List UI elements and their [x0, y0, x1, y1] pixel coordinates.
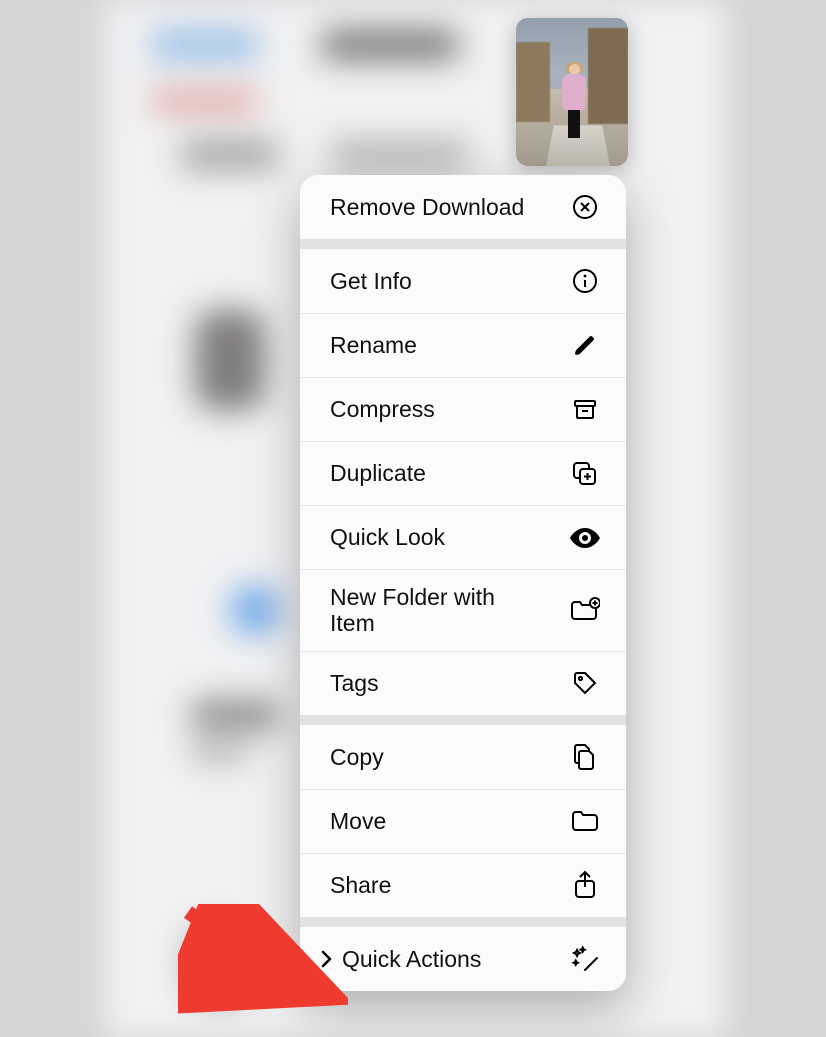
eye-icon	[570, 528, 600, 548]
menu-item-label: Tags	[330, 670, 379, 696]
remove-download-menu-item[interactable]: Remove Download	[300, 175, 626, 239]
tag-icon	[570, 670, 600, 696]
blur-blob	[190, 740, 250, 762]
duplicate-menu-item[interactable]: Duplicate	[300, 441, 626, 505]
pencil-icon	[570, 334, 600, 358]
blur-blob	[150, 30, 260, 60]
tags-menu-item[interactable]: Tags	[300, 651, 626, 715]
menu-group: Remove Download	[300, 175, 626, 239]
move-menu-item[interactable]: Move	[300, 789, 626, 853]
quick-look-menu-item[interactable]: Quick Look	[300, 505, 626, 569]
plus-square-on-square-icon	[570, 460, 600, 488]
menu-item-label: Duplicate	[330, 460, 426, 486]
compress-menu-item[interactable]: Compress	[300, 377, 626, 441]
menu-group: Quick Actions	[300, 927, 626, 991]
menu-item-label: Quick Look	[330, 524, 445, 550]
rename-menu-item[interactable]: Rename	[300, 313, 626, 377]
folder-icon	[570, 809, 600, 833]
menu-item-label: New Folder with Item	[330, 584, 530, 637]
blur-blob	[320, 30, 460, 60]
share-menu-item[interactable]: Share	[300, 853, 626, 917]
x-circle-icon	[570, 194, 600, 220]
menu-item-label: Remove Download	[330, 194, 524, 220]
blur-blob	[180, 140, 280, 170]
blur-blob	[330, 140, 470, 170]
square-and-arrow-up-icon	[570, 870, 600, 900]
get-info-menu-item[interactable]: Get Info	[300, 249, 626, 313]
menu-separator	[300, 239, 626, 249]
new-folder-with-item-menu-item[interactable]: New Folder with Item	[300, 569, 626, 651]
doc-on-doc-icon	[570, 743, 600, 771]
menu-item-label: Quick Actions	[342, 946, 570, 972]
blur-blob	[195, 310, 265, 410]
menu-item-label: Copy	[330, 744, 384, 770]
archive-box-icon	[570, 397, 600, 423]
blur-blob	[190, 700, 280, 730]
selected-photo-thumbnail[interactable]	[516, 18, 628, 166]
menu-item-label: Get Info	[330, 268, 412, 294]
blur-blob	[230, 585, 280, 635]
chevron-right-icon	[314, 950, 338, 968]
blur-blob	[190, 930, 250, 1000]
menu-group: Get Info Rename Compress	[300, 249, 626, 715]
menu-item-label: Share	[330, 872, 391, 898]
menu-item-label: Compress	[330, 396, 435, 422]
file-context-menu: Remove Download Get Info Rename	[300, 175, 626, 991]
menu-item-label: Move	[330, 808, 386, 834]
blur-blob	[150, 90, 260, 112]
folder-badge-plus-icon	[570, 597, 600, 623]
quick-actions-menu-item[interactable]: Quick Actions	[300, 927, 626, 991]
menu-separator	[300, 715, 626, 725]
info-circle-icon	[570, 268, 600, 294]
menu-item-label: Rename	[330, 332, 417, 358]
menu-group: Copy Move Share	[300, 725, 626, 917]
copy-menu-item[interactable]: Copy	[300, 725, 626, 789]
sparkles-wand-icon	[570, 946, 600, 972]
menu-separator	[300, 917, 626, 927]
